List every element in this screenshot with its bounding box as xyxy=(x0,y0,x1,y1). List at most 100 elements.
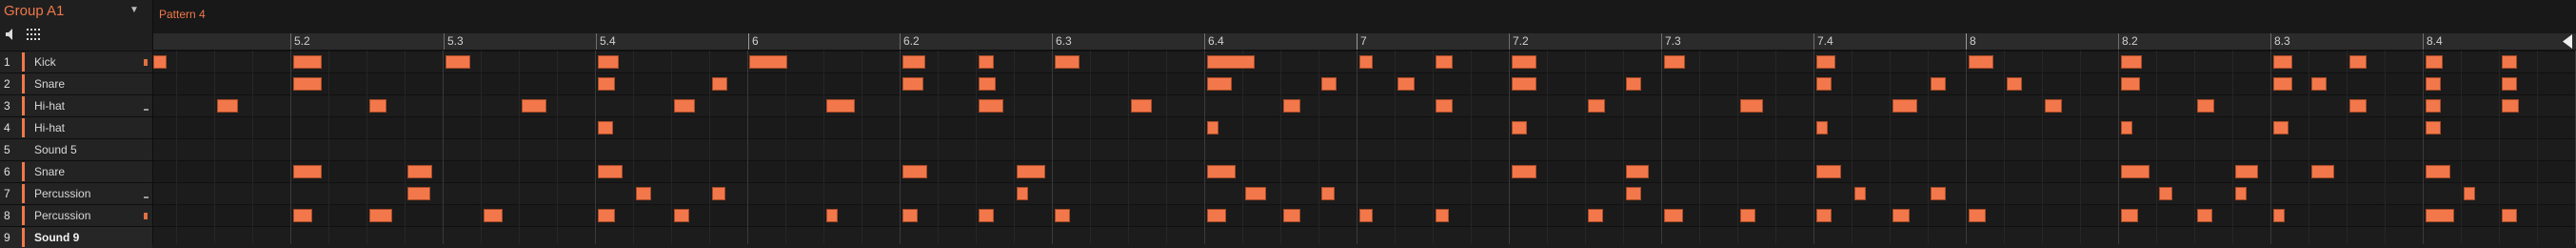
note-block[interactable] xyxy=(674,209,689,222)
note-block[interactable] xyxy=(2273,209,2285,222)
note-block[interactable] xyxy=(674,99,695,113)
note-block[interactable] xyxy=(1436,209,1449,222)
sound-row[interactable]: 1 Kick xyxy=(0,51,152,72)
note-block[interactable] xyxy=(2045,99,2062,113)
note-block[interactable] xyxy=(2426,165,2450,178)
note-block[interactable] xyxy=(2197,209,2212,222)
note-block[interactable] xyxy=(1588,209,1603,222)
note-block[interactable] xyxy=(1664,55,1685,69)
note-block[interactable] xyxy=(2464,187,2475,200)
note-block[interactable] xyxy=(1321,187,1335,200)
note-block[interactable] xyxy=(1359,209,1373,222)
note-block[interactable] xyxy=(1969,55,1993,69)
note-block[interactable] xyxy=(1816,55,1835,69)
note-block[interactable] xyxy=(902,165,927,178)
note-block[interactable] xyxy=(1626,187,1641,200)
note-block[interactable] xyxy=(2159,187,2172,200)
note-block[interactable] xyxy=(1359,55,1373,69)
pattern-title[interactable]: Pattern 4 xyxy=(159,8,206,21)
note-block[interactable] xyxy=(2121,209,2138,222)
note-block[interactable] xyxy=(1436,99,1453,113)
step-grid[interactable] xyxy=(153,51,2576,248)
note-block[interactable] xyxy=(1664,209,1683,222)
note-block[interactable] xyxy=(1892,99,1917,113)
note-block[interactable] xyxy=(1397,77,1415,91)
note-block[interactable] xyxy=(2121,121,2132,134)
note-block[interactable] xyxy=(1207,165,1236,178)
note-block[interactable] xyxy=(902,209,918,222)
note-block[interactable] xyxy=(1588,99,1605,113)
timeline-ruler[interactable]: 5.2 5.3 5.4 6 6.2 6.3 6.4 7 7.2 7.3 7.4 … xyxy=(153,33,2576,51)
note-block[interactable] xyxy=(1436,55,1453,69)
note-block[interactable] xyxy=(1892,209,1910,222)
note-block[interactable] xyxy=(1931,77,1946,91)
note-block[interactable] xyxy=(2121,77,2140,91)
note-block[interactable] xyxy=(293,77,322,91)
note-block[interactable] xyxy=(2121,165,2150,178)
note-block[interactable] xyxy=(2426,209,2454,222)
note-block[interactable] xyxy=(598,121,613,134)
note-block[interactable] xyxy=(2197,99,2214,113)
note-block[interactable] xyxy=(1854,187,1866,200)
note-block[interactable] xyxy=(1207,209,1226,222)
playhead-icon[interactable] xyxy=(2560,33,2573,50)
note-block[interactable] xyxy=(217,99,238,113)
note-block[interactable] xyxy=(1626,77,1641,91)
note-block[interactable] xyxy=(598,209,615,222)
note-block[interactable] xyxy=(293,209,312,222)
note-block[interactable] xyxy=(1055,209,1070,222)
note-block[interactable] xyxy=(979,99,1003,113)
note-block[interactable] xyxy=(407,187,430,200)
sound-row[interactable]: 4 Hi-hat xyxy=(0,116,152,138)
note-block[interactable] xyxy=(2349,55,2367,69)
note-block[interactable] xyxy=(2426,77,2441,91)
note-block[interactable] xyxy=(369,209,392,222)
sound-row[interactable]: 2 Snare xyxy=(0,72,152,94)
note-block[interactable] xyxy=(1245,187,1266,200)
note-block[interactable] xyxy=(2502,99,2519,113)
note-block[interactable] xyxy=(979,77,996,91)
note-block[interactable] xyxy=(2007,77,2022,91)
sound-row[interactable]: 9 Sound 9 xyxy=(0,226,152,248)
note-block[interactable] xyxy=(1131,99,1152,113)
note-block[interactable] xyxy=(522,99,546,113)
note-block[interactable] xyxy=(1969,209,1986,222)
speaker-icon[interactable] xyxy=(4,27,19,42)
note-block[interactable] xyxy=(293,55,322,69)
note-block[interactable] xyxy=(1816,209,1832,222)
chevron-down-icon[interactable]: ▼ xyxy=(127,4,142,17)
note-block[interactable] xyxy=(826,99,855,113)
note-block[interactable] xyxy=(1283,99,1300,113)
note-block[interactable] xyxy=(2311,165,2334,178)
note-block[interactable] xyxy=(749,55,787,69)
group-selector[interactable]: Group A1 ▼ xyxy=(0,0,152,23)
note-block[interactable] xyxy=(2273,121,2289,134)
note-block[interactable] xyxy=(2273,77,2292,91)
note-block[interactable] xyxy=(636,187,651,200)
note-block[interactable] xyxy=(153,55,167,69)
note-block[interactable] xyxy=(369,99,386,113)
note-block[interactable] xyxy=(2273,55,2292,69)
note-block[interactable] xyxy=(407,165,432,178)
note-block[interactable] xyxy=(598,77,615,91)
note-block[interactable] xyxy=(826,209,838,222)
note-block[interactable] xyxy=(446,55,470,69)
note-block[interactable] xyxy=(598,165,623,178)
note-block[interactable] xyxy=(2235,187,2247,200)
note-block[interactable] xyxy=(1816,165,1841,178)
sound-row[interactable]: 3 Hi-hat xyxy=(0,94,152,116)
note-block[interactable] xyxy=(598,55,619,69)
note-block[interactable] xyxy=(1321,77,1337,91)
note-block[interactable] xyxy=(2235,165,2258,178)
note-block[interactable] xyxy=(1512,121,1527,134)
sound-row[interactable]: 6 Snare xyxy=(0,160,152,182)
note-block[interactable] xyxy=(1512,77,1536,91)
note-block[interactable] xyxy=(1740,99,1763,113)
note-block[interactable] xyxy=(1740,209,1755,222)
note-block[interactable] xyxy=(1816,77,1832,91)
sound-row[interactable]: 7 Percussion xyxy=(0,182,152,204)
note-block[interactable] xyxy=(979,209,994,222)
note-block[interactable] xyxy=(712,187,725,200)
note-block[interactable] xyxy=(1512,165,1536,178)
grid-icon[interactable] xyxy=(26,27,41,42)
